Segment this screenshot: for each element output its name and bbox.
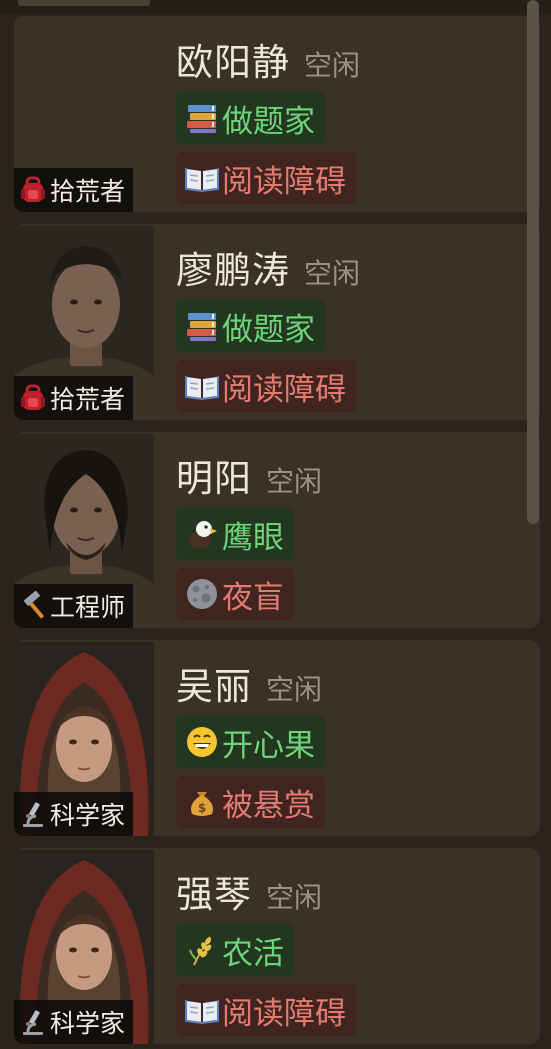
open-book-icon: [184, 160, 220, 196]
backpack-icon: [18, 175, 48, 205]
status-label: 空闲: [266, 673, 323, 706]
trait-label: 阅读障碍: [222, 371, 346, 408]
status-label: 空闲: [266, 465, 323, 498]
role-badge: 科学家: [14, 792, 134, 836]
role-label: 拾荒者: [50, 177, 126, 206]
money-bag-icon: $: [184, 784, 220, 820]
trait-label: 开心果: [222, 727, 315, 764]
positive-trait-tag[interactable]: 鹰眼: [176, 508, 294, 560]
role-badge: 拾荒者: [14, 376, 134, 420]
negative-trait-tag[interactable]: 阅读障碍: [176, 360, 356, 412]
status-label: 空闲: [304, 257, 361, 290]
survivor-card[interactable]: 科学家 强琴 空闲农活阅读障碍: [14, 848, 540, 1044]
books-icon: [184, 308, 220, 344]
wheat-icon: [184, 932, 220, 968]
hammer-icon: [18, 591, 48, 621]
eagle-icon: [184, 516, 220, 552]
survivor-card[interactable]: 拾荒者 廖鹏涛 空闲做题家阅读障碍: [14, 224, 540, 420]
role-label: 科学家: [50, 801, 126, 830]
negative-trait-tag[interactable]: 夜盲: [176, 568, 294, 620]
survivor-portrait: 拾荒者: [14, 18, 154, 212]
microscope-icon: [18, 1007, 48, 1037]
survivor-portrait: 科学家: [14, 642, 154, 836]
role-label: 科学家: [50, 1009, 126, 1038]
moon-icon: [184, 576, 220, 612]
backpack-icon: [18, 383, 48, 413]
role-label: 拾荒者: [50, 385, 126, 414]
survivor-portrait: 工程师: [14, 434, 154, 628]
survivor-card[interactable]: 工程师 明阳 空闲鹰眼夜盲: [14, 432, 540, 628]
books-icon: [184, 100, 220, 136]
survivor-name: 吴丽: [176, 665, 252, 708]
trait-label: 被悬赏: [222, 787, 315, 824]
negative-trait-tag[interactable]: 阅读障碍: [176, 152, 356, 204]
svg-text:$: $: [198, 801, 206, 815]
grin-face-icon: [184, 724, 220, 760]
role-badge: 拾荒者: [14, 168, 134, 212]
survivor-name: 明阳: [176, 457, 252, 500]
positive-trait-tag[interactable]: 农活: [176, 924, 294, 976]
survivor-card[interactable]: 拾荒者 欧阳静 空闲做题家阅读障碍: [14, 16, 540, 212]
negative-trait-tag[interactable]: $ 被悬赏: [176, 776, 325, 828]
role-badge: 科学家: [14, 1000, 134, 1044]
role-label: 工程师: [50, 593, 126, 622]
name-row: 吴丽 空闲: [176, 656, 322, 710]
name-row: 明阳 空闲: [176, 448, 322, 502]
positive-trait-tag[interactable]: 做题家: [176, 92, 325, 144]
name-row: 强琴 空闲: [176, 864, 322, 918]
name-row: 欧阳静 空闲: [176, 32, 360, 86]
positive-trait-tag[interactable]: 开心果: [176, 716, 325, 768]
trait-label: 阅读障碍: [222, 163, 346, 200]
survivor-portrait: 科学家: [14, 850, 154, 1044]
scrollbar[interactable]: [527, 0, 539, 1049]
role-badge: 工程师: [14, 584, 134, 628]
open-book-icon: [184, 368, 220, 404]
survivor-list[interactable]: 拾荒者 欧阳静 空闲 做题家 阅读障碍 拾荒者 廖鹏涛 空闲 做题家 阅读障碍 工程师 明阳 空闲 鹰眼夜…: [0, 0, 551, 1049]
open-book-icon: [184, 992, 220, 1028]
scrollbar-thumb[interactable]: [527, 0, 539, 524]
survivor-portrait: 拾荒者: [14, 226, 154, 420]
trait-label: 农活: [222, 935, 284, 972]
negative-trait-tag[interactable]: 阅读障碍: [176, 984, 356, 1036]
status-label: 空闲: [266, 881, 323, 914]
trait-label: 做题家: [222, 103, 315, 140]
survivor-name: 强琴: [176, 873, 252, 916]
trait-label: 鹰眼: [222, 519, 284, 556]
survivor-card[interactable]: 科学家 吴丽 空闲开心果 $ 被悬赏: [14, 640, 540, 836]
trait-label: 阅读障碍: [222, 995, 346, 1032]
name-row: 廖鹏涛 空闲: [176, 240, 360, 294]
survivor-name: 廖鹏涛: [176, 249, 290, 292]
trait-label: 做题家: [222, 311, 315, 348]
positive-trait-tag[interactable]: 做题家: [176, 300, 325, 352]
trait-label: 夜盲: [222, 579, 284, 616]
microscope-icon: [18, 799, 48, 829]
status-label: 空闲: [304, 49, 361, 82]
survivor-name: 欧阳静: [176, 41, 290, 84]
